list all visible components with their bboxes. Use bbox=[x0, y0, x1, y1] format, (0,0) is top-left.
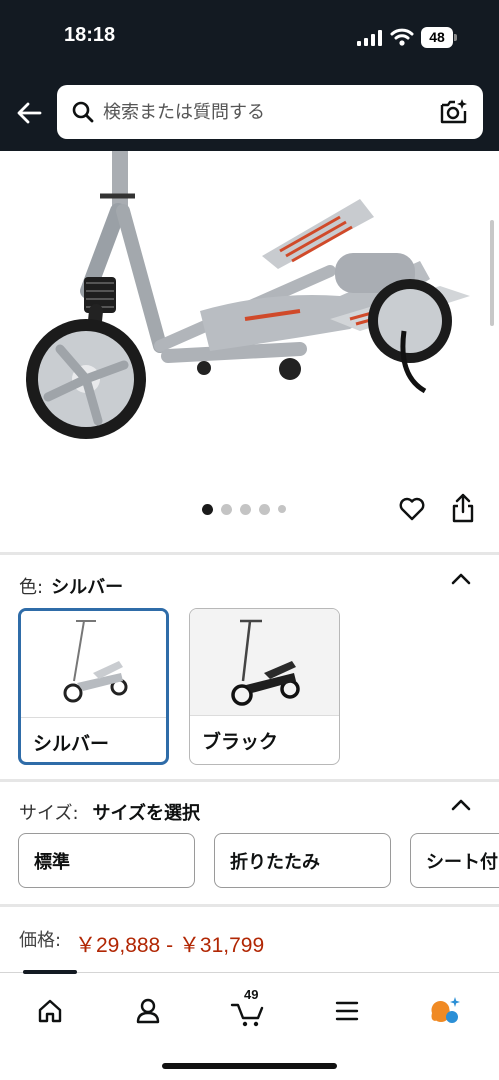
size-heading: サイズ: サイズを選択 bbox=[19, 799, 200, 825]
battery-icon: 48 bbox=[421, 27, 457, 48]
image-scrollbar[interactable] bbox=[490, 220, 494, 326]
home-icon[interactable] bbox=[30, 991, 70, 1031]
price-range: ￥29,888 - ￥31,799 bbox=[75, 934, 265, 957]
chevron-up-icon[interactable] bbox=[450, 572, 472, 586]
account-icon[interactable] bbox=[128, 991, 168, 1031]
top-bar: 18:18 48 bbox=[0, 0, 499, 151]
share-icon[interactable] bbox=[450, 492, 476, 524]
section-divider bbox=[0, 904, 499, 907]
rufus-ai-icon[interactable] bbox=[424, 991, 464, 1031]
color-option-label: シルバー bbox=[33, 733, 110, 755]
scooter-silver-thumbnail bbox=[63, 620, 128, 703]
size-option-folding[interactable]: 折りたたみ bbox=[214, 833, 391, 888]
carousel-dot[interactable] bbox=[259, 503, 270, 515]
color-heading: 色: シルバー bbox=[19, 573, 123, 599]
swatch-image bbox=[190, 609, 339, 715]
heart-icon[interactable] bbox=[398, 495, 426, 523]
search-bar[interactable] bbox=[57, 85, 483, 139]
wifi-icon bbox=[390, 28, 414, 46]
carousel-dot[interactable] bbox=[221, 503, 232, 515]
section-divider bbox=[0, 779, 499, 782]
color-option-silver[interactable]: シルバー bbox=[18, 608, 169, 765]
image-carousel-dots[interactable] bbox=[202, 503, 286, 515]
scooter-black-thumbnail bbox=[231, 619, 300, 706]
cart-count-badge: 49 bbox=[244, 987, 259, 1002]
menu-icon[interactable] bbox=[327, 991, 367, 1031]
scooter-silver-image bbox=[26, 151, 470, 439]
carousel-dot[interactable] bbox=[240, 503, 251, 515]
cellular-signal-icon bbox=[357, 30, 382, 46]
size-selected-value: サイズを選択 bbox=[92, 803, 200, 824]
search-icon bbox=[72, 101, 94, 123]
size-option-with-seat[interactable]: シート付 bbox=[410, 833, 499, 888]
size-option-standard[interactable]: 標準 bbox=[18, 833, 195, 888]
color-label: 色: bbox=[19, 577, 44, 598]
status-time: 18:18 bbox=[64, 24, 116, 46]
carousel-dot[interactable] bbox=[278, 505, 286, 513]
color-option-label: ブラック bbox=[202, 731, 279, 753]
active-tab-indicator bbox=[23, 970, 77, 974]
swatch-image bbox=[21, 611, 166, 717]
product-image[interactable] bbox=[0, 151, 499, 481]
chevron-up-icon[interactable] bbox=[450, 798, 472, 812]
section-divider bbox=[0, 552, 499, 555]
size-label: サイズ: bbox=[19, 803, 79, 824]
color-option-black[interactable]: ブラック bbox=[189, 608, 340, 765]
search-input[interactable] bbox=[103, 93, 433, 131]
color-selected-value: シルバー bbox=[51, 577, 124, 598]
price-label: 価格: bbox=[19, 930, 62, 951]
home-indicator bbox=[162, 1063, 337, 1069]
carousel-dot[interactable] bbox=[202, 503, 213, 515]
back-arrow-icon[interactable] bbox=[12, 96, 46, 130]
battery-level: 48 bbox=[421, 27, 453, 48]
bottom-navigation: 49 bbox=[0, 970, 499, 1080]
camera-search-icon[interactable] bbox=[439, 97, 469, 127]
